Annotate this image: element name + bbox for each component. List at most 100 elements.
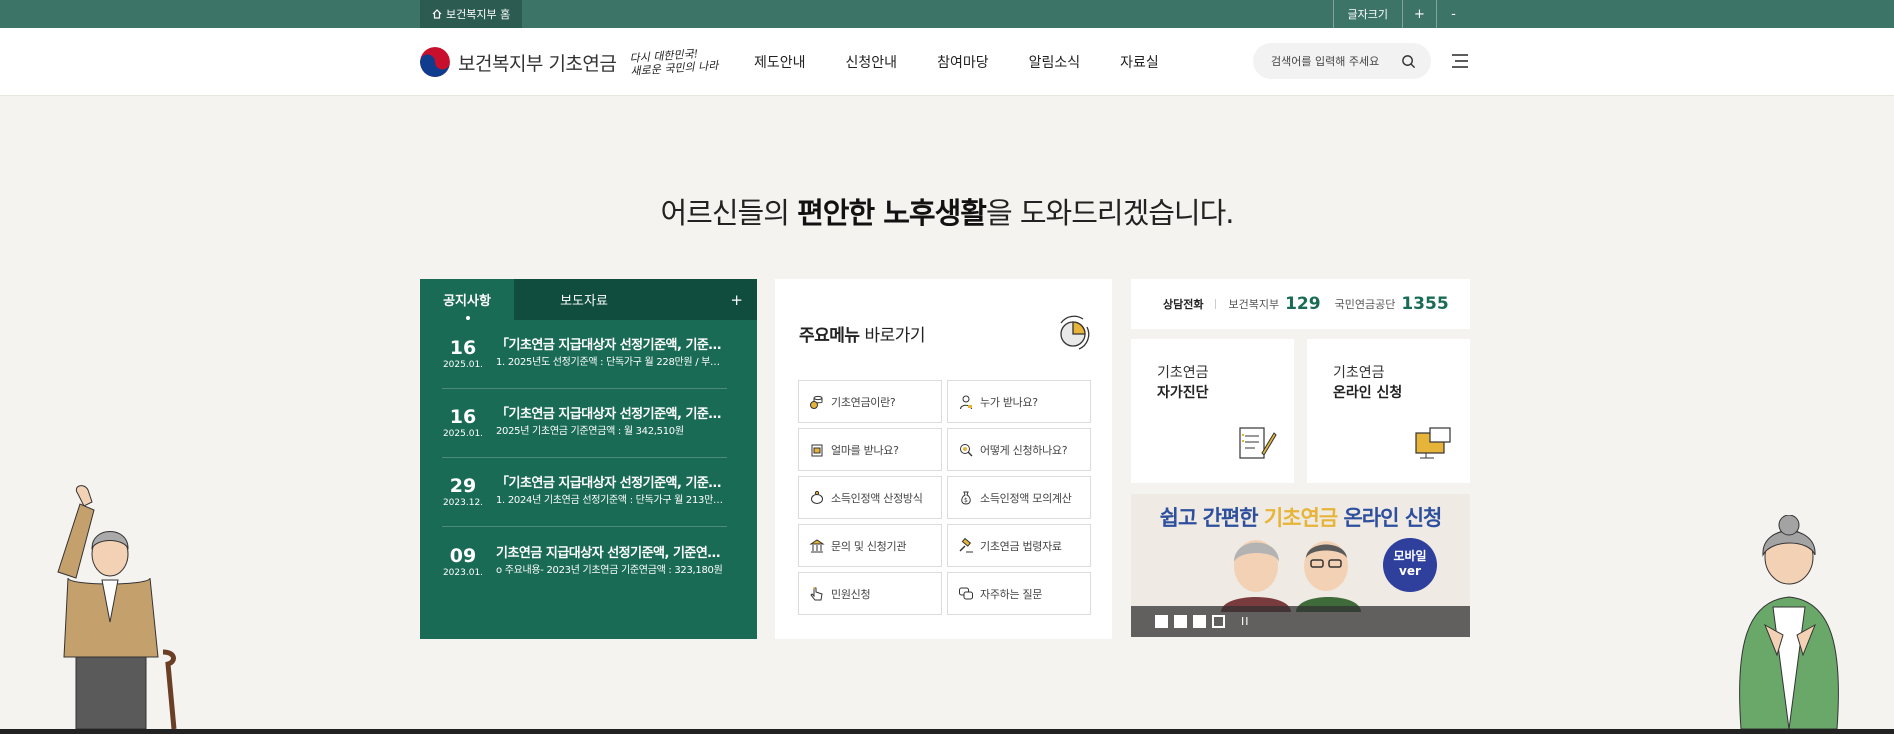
slide-dot[interactable]	[1174, 615, 1187, 628]
hotline-org-nps: 국민연금공단	[1334, 298, 1396, 311]
notice-summary: o 주요내용- 2023년 기초연금 기준연금액 : 323,180원	[496, 564, 723, 576]
font-size-control: 글자크기 + -	[1332, 0, 1470, 28]
hotline-number-nps[interactable]: 1355	[1401, 294, 1448, 314]
slide-dot[interactable]	[1193, 615, 1206, 628]
piggy-bank-icon	[811, 490, 823, 504]
quick-income-simulation-button[interactable]: $ 소득인정액 모의계산	[947, 476, 1091, 519]
logo-slogan: 다시 대한민국! 새로운 국민의 나라	[630, 46, 720, 78]
search-input[interactable]	[1271, 54, 1401, 68]
quick-menu-label: 민원신청	[831, 587, 871, 601]
notice-summary: 2025년 기초연금 기준연금액 : 월 342,510원	[496, 426, 684, 437]
notice-date: 16 2025.01.	[442, 406, 484, 440]
quick-menu-label: 기초연금이란?	[831, 395, 896, 409]
nav-item-resources[interactable]: 자료실	[1120, 52, 1159, 72]
online-application-banner[interactable]: 쉽고 간편한 기초연금 온라인 신청 모바일 ver II	[1131, 494, 1470, 637]
hotline-label: 상담전화	[1163, 298, 1204, 311]
font-size-label: 글자크기	[1332, 0, 1402, 28]
slide-dot[interactable]	[1155, 615, 1168, 628]
notice-title: 「기초연금 지급대상자 선정기준액, 기준연금액」 고시	[496, 407, 726, 422]
notice-summary: 1. 2025년도 선정기준액 : 단독가구 월 228만원 / 부부가구 월 …	[496, 357, 726, 368]
quick-menu-label: 소득인정액 산정방식	[831, 491, 923, 505]
quick-faq-button[interactable]: 자주하는 질문	[947, 572, 1091, 615]
notice-date: 29 2023.12.	[442, 475, 484, 509]
quick-what-is-pension-button[interactable]: 기초연금이란?	[798, 380, 942, 423]
card-line-2: 온라인 신청	[1333, 385, 1403, 401]
quick-menu-grid: 기초연금이란? 누가 받나요? 얼마를 받나요? 어떻게 신청하나요? 소득인정…	[798, 380, 1091, 615]
notice-more-button[interactable]: +	[730, 279, 743, 320]
elderly-man-illustration	[57, 485, 177, 729]
quick-income-calc-method-button[interactable]: 소득인정액 산정방식	[798, 476, 942, 519]
utility-bar-inner: 보건복지부 홈 글자크기 + -	[420, 0, 1470, 28]
site-header: 보건복지부 기초연금 다시 대한민국! 새로운 국민의 나라 제도안내 신청안내…	[0, 28, 1894, 96]
hamburger-menu-icon[interactable]	[1450, 52, 1470, 70]
pie-chart-icon	[1060, 315, 1090, 350]
search-doc-icon	[960, 443, 973, 456]
badge-line-1: 모바일	[1393, 549, 1427, 563]
slide-dot-active[interactable]	[1212, 615, 1225, 628]
banner-title-pre: 쉽고 간편한	[1159, 506, 1264, 530]
main-navigation: 제도안내 신청안내 참여마당 알림소식 자료실	[754, 28, 1199, 96]
notice-item[interactable]: 292023.12. 「기초연금 지급대상자 선정기준액, 기준연금액」 고시 1…	[442, 458, 727, 527]
notice-date: 16 2025.01.	[442, 337, 484, 371]
home-icon	[432, 9, 442, 19]
wallet-icon	[811, 444, 823, 456]
tab-press-releases[interactable]: 보도자료	[514, 279, 654, 320]
font-increase-button[interactable]: +	[1402, 0, 1436, 28]
elderly-couple-illustration	[1221, 540, 1361, 612]
notice-item[interactable]: 162025.01. 「기초연금 지급대상자 선정기준액, 기준연금액」 고시 1…	[442, 320, 727, 389]
quick-civil-petition-button[interactable]: 민원신청	[798, 572, 942, 615]
building-icon	[809, 538, 825, 552]
gavel-icon	[959, 537, 973, 552]
notice-tabs: 공지사항 보도자료 +	[420, 279, 757, 320]
notice-title: 기초연금 지급대상자 선정기준액, 기준연금액 고시	[496, 545, 726, 561]
notice-day: 16	[449, 337, 477, 359]
nav-item-application-guide[interactable]: 신청안내	[846, 52, 898, 72]
notice-item[interactable]: 092023.01. 기초연금 지급대상자 선정기준액, 기준연금액 고시 o 주…	[442, 527, 727, 596]
quick-menu-label: 소득인정액 모의계산	[980, 491, 1072, 505]
nav-item-news[interactable]: 알림소식	[1029, 52, 1081, 72]
card-line-1: 기초연금	[1333, 365, 1385, 381]
quick-how-much-button[interactable]: 얼마를 받나요?	[798, 428, 942, 471]
quick-who-receives-button[interactable]: 누가 받나요?	[947, 380, 1091, 423]
quick-menu-label: 얼마를 받나요?	[831, 443, 899, 457]
page-bottom-edge	[0, 729, 1894, 734]
hotline-number-mohw[interactable]: 129	[1285, 294, 1321, 314]
quick-how-to-apply-button[interactable]: 어떻게 신청하나요?	[947, 428, 1091, 471]
banner-title: 쉽고 간편한 기초연금 온라인 신청	[1131, 502, 1470, 532]
divider	[1215, 299, 1217, 309]
site-logo[interactable]: 보건복지부 기초연금 다시 대한민국! 새로운 국민의 나라	[420, 46, 720, 78]
quick-menu-label: 문의 및 신청기관	[831, 539, 907, 553]
online-application-card[interactable]: 기초연금 온라인 신청	[1307, 339, 1470, 483]
notice-item[interactable]: 162025.01. 「기초연금 지급대상자 선정기준액, 기준연금액」 고시 2…	[442, 389, 727, 458]
pause-button[interactable]: II	[1241, 615, 1250, 628]
card-line-1: 기초연금	[1157, 365, 1209, 381]
hotline-box: 상담전화 보건복지부 129 국민연금공단 1355	[1131, 279, 1470, 329]
home-link[interactable]: 보건복지부 홈	[420, 0, 523, 28]
notice-year-month: 2025.01.	[442, 360, 484, 370]
banner-slider-controls: II	[1131, 606, 1470, 637]
nav-item-system-guide[interactable]: 제도안내	[754, 52, 806, 72]
logo-text: 보건복지부 기초연금	[458, 52, 617, 75]
self-diagnosis-card[interactable]: 기초연금 자가진단	[1131, 339, 1294, 483]
nav-item-participation[interactable]: 참여마당	[937, 52, 989, 72]
quick-menu-title-rest: 바로가기	[859, 326, 926, 346]
notice-date: 09 2023.01.	[442, 545, 484, 579]
banner-title-post: 온라인 신청	[1337, 506, 1442, 530]
quick-laws-button[interactable]: 기초연금 법령자료	[947, 524, 1091, 567]
quick-menu-label: 기초연금 법령자료	[980, 539, 1062, 553]
search-icon[interactable]	[1401, 54, 1416, 69]
tab-notices[interactable]: 공지사항	[420, 279, 514, 320]
headline-emphasis: 편안한 노후생활	[797, 196, 987, 230]
headline-post: 을 도와드리겠습니다.	[985, 196, 1235, 230]
checklist-pen-icon	[1239, 427, 1277, 459]
notice-text: 「기초연금 지급대상자 선정기준액, 기준연금액」 고시 1. 2024년 기초연…	[496, 475, 726, 509]
search-box	[1253, 43, 1431, 79]
elderly-woman-illustration	[1739, 515, 1839, 729]
quick-contact-agencies-button[interactable]: 문의 및 신청기관	[798, 524, 942, 567]
quick-menu-panel: 주요메뉴 바로가기 기초연금이란? 누가 받나요? 얼마를 받나요? 어떻게 신…	[775, 279, 1112, 639]
font-decrease-button[interactable]: -	[1436, 0, 1470, 28]
notice-title: 「기초연금 지급대상자 선정기준액, 기준연금액」 고시	[496, 476, 726, 491]
taegeuk-logo-icon	[420, 47, 450, 77]
mobile-version-badge: 모바일 ver	[1383, 538, 1437, 592]
hand-pointer-icon	[810, 586, 823, 600]
